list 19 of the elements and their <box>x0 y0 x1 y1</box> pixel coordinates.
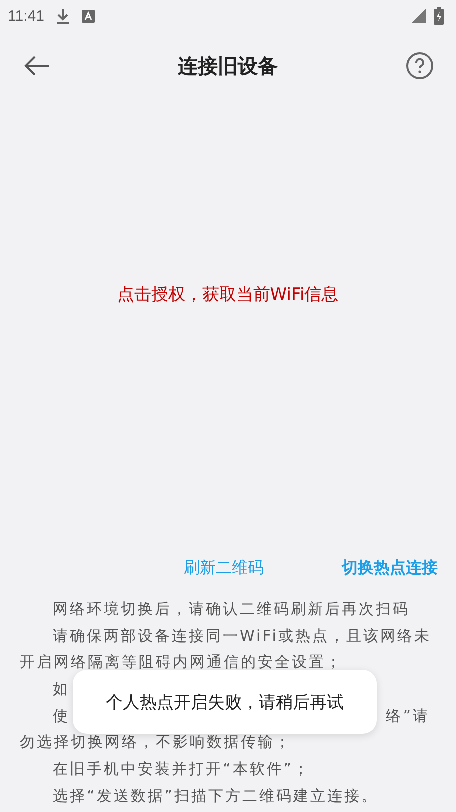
instruction-text: 如 <box>53 680 70 699</box>
instruction-text: 请确保两部设备连接同一WiFi或热点，且该网络未 <box>53 626 432 646</box>
action-link[interactable]: 刷新二维码 <box>184 558 264 578</box>
signal-icon <box>412 9 426 23</box>
battery-icon <box>434 7 444 25</box>
keyboard-a-icon <box>82 10 96 22</box>
instruction-text: 网络环境切换后，请确认二维码刷新后再次扫码 <box>53 600 410 619</box>
download-icon <box>56 8 70 24</box>
authorize-wifi-link[interactable]: 点击授权，获取当前WiFi信息 <box>117 282 339 306</box>
instruction-text: 选择“发送数据”扫描下方二维码建立连接。 <box>53 786 379 806</box>
page-title: 连接旧设备 <box>178 52 278 80</box>
status-time: 11:41 <box>8 8 44 24</box>
instruction-text: 勿选择切换网络，不影响数据传输； <box>20 733 292 752</box>
toast-message: 个人热点开启失败，请稍后再试 <box>73 670 377 734</box>
action-link[interactable]: 切换热点连接 <box>342 558 438 578</box>
instruction-text: 在旧手机中安装并打开“本软件”； <box>53 760 311 779</box>
instruction-text: 络”请 <box>386 706 430 726</box>
instruction-text: 开启网络隔离等阻碍内网通信的安全设置； <box>20 653 343 672</box>
instruction-text: 使 <box>53 706 70 726</box>
